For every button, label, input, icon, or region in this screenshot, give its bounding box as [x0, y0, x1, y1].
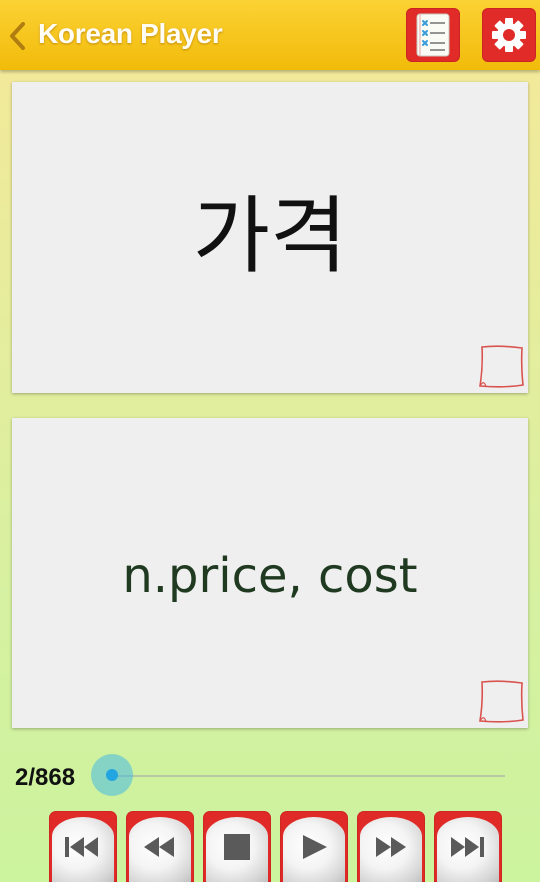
sticky-note-icon[interactable]	[474, 341, 526, 391]
rewind-icon	[144, 837, 174, 857]
word-list-button[interactable]	[406, 8, 460, 62]
chevron-left-icon[interactable]	[6, 20, 28, 52]
sticky-note-icon[interactable]	[474, 676, 526, 726]
meaning-card[interactable]: n.price, cost	[12, 418, 528, 728]
skip-first-icon	[65, 837, 98, 857]
korean-word-card[interactable]: 가격	[12, 82, 528, 393]
skip-first-button[interactable]	[49, 811, 117, 882]
stop-icon	[224, 834, 250, 860]
skip-last-icon	[451, 837, 484, 857]
meaning-text: n.price, cost	[122, 548, 418, 604]
korean-word: 가격	[192, 187, 348, 285]
play-button[interactable]	[280, 811, 348, 882]
app-title: Korean Player	[38, 18, 223, 49]
fast-forward-icon	[376, 837, 406, 857]
gear-icon	[492, 18, 526, 52]
progress-counter: 2/868	[15, 764, 76, 791]
play-icon	[303, 835, 327, 859]
fast-forward-button[interactable]	[357, 811, 425, 882]
progress-slider-track[interactable]	[112, 775, 505, 777]
settings-button[interactable]	[482, 8, 536, 62]
skip-last-button[interactable]	[434, 811, 502, 882]
stop-button[interactable]	[203, 811, 271, 882]
progress-slider-thumb[interactable]	[106, 769, 118, 781]
app-header: Korean Player	[0, 0, 540, 70]
rewind-button[interactable]	[126, 811, 194, 882]
playback-controls	[49, 811, 504, 882]
checklist-icon	[416, 13, 450, 57]
